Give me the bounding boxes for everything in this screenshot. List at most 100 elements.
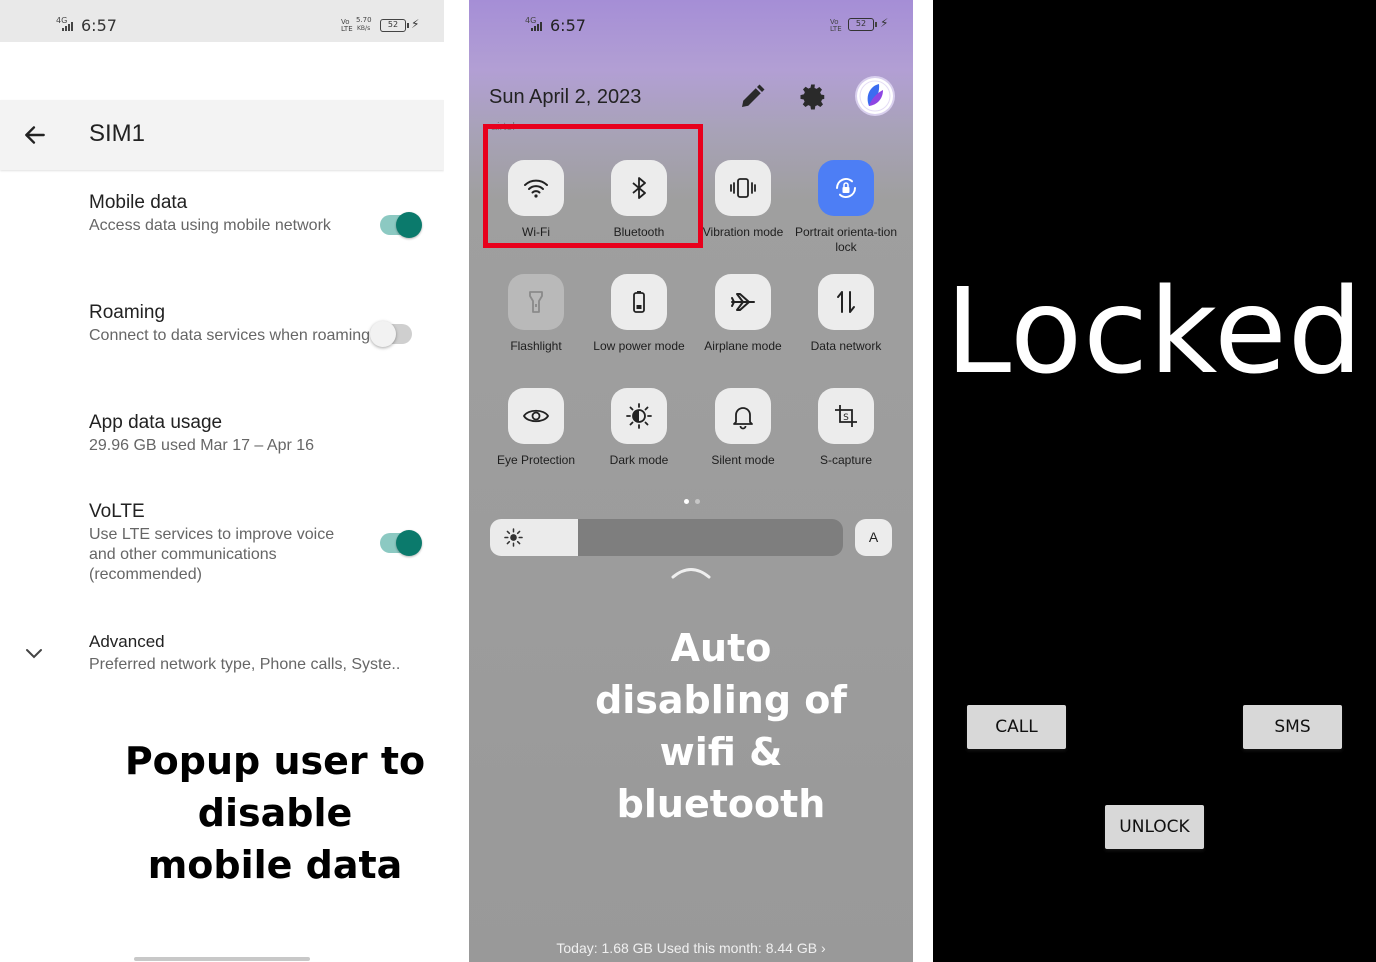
- portrait-lock-button[interactable]: [818, 160, 874, 216]
- tile-flashlight[interactable]: Flashlight: [484, 274, 588, 354]
- eye-protection-button[interactable]: [508, 388, 564, 444]
- volte-toggle[interactable]: [380, 521, 422, 565]
- date-label: Sun April 2, 2023: [489, 86, 642, 108]
- setting-title: Roaming: [89, 302, 166, 323]
- dark-mode-button[interactable]: [611, 388, 667, 444]
- caption-auto-disable: Auto disabling of wifi & bluetooth: [595, 626, 847, 826]
- speed-unit: KB/s: [357, 25, 371, 32]
- tile-low-power[interactable]: Low power mode: [587, 274, 691, 354]
- tile-label: Data network: [810, 339, 882, 353]
- dark-mode-icon: [626, 403, 652, 429]
- status-time: 6:57: [550, 16, 586, 35]
- setting-title: App data usage: [89, 412, 223, 433]
- tile-eye-protection[interactable]: Eye Protection: [484, 388, 588, 468]
- status-time: 6:57: [81, 16, 117, 35]
- data-arrows-icon: [837, 291, 855, 313]
- svg-text:S: S: [843, 413, 849, 423]
- setting-app-data-usage[interactable]: App data usage 29.96 GB used Mar 17 – Ap…: [89, 411, 409, 456]
- signal-icon: [62, 22, 73, 31]
- setting-advanced[interactable]: Advanced Preferred network type, Phone c…: [89, 630, 429, 675]
- avatar[interactable]: [857, 78, 893, 114]
- call-button[interactable]: CALL: [967, 705, 1066, 749]
- charging-icon: ⚡: [880, 16, 889, 30]
- app-bar: SIM1: [0, 100, 444, 170]
- tile-label: Vibration mode: [702, 225, 784, 239]
- setting-subtitle: 29.96 GB used Mar 17 – Apr 16: [89, 437, 315, 454]
- setting-title: VoLTE: [89, 501, 145, 522]
- quick-settings-screen: 4G 6:57 Vo LTE 52 ⚡ Sun April 2, 2023 ai…: [469, 0, 913, 962]
- tile-silent-mode[interactable]: Silent mode: [691, 388, 795, 468]
- tile-label: Dark mode: [609, 453, 669, 467]
- tile-vibration[interactable]: Vibration mode: [691, 160, 795, 240]
- chevron-up-icon[interactable]: [671, 564, 711, 580]
- tile-label: Low power mode: [593, 339, 685, 353]
- setting-mobile-data[interactable]: Mobile data Access data using mobile net…: [89, 191, 379, 236]
- page-dot-active: [684, 499, 689, 504]
- flashlight-icon: [529, 291, 543, 313]
- roaming-toggle[interactable]: [370, 312, 414, 356]
- airplane-button[interactable]: [715, 274, 771, 330]
- bell-icon: [733, 407, 753, 430]
- s-capture-button[interactable]: S: [818, 388, 874, 444]
- sms-button[interactable]: SMS: [1243, 705, 1342, 749]
- volte-tag: Vo LTE: [341, 18, 353, 33]
- vibration-button[interactable]: [715, 160, 771, 216]
- setting-title: Advanced: [89, 632, 165, 651]
- auto-brightness-button[interactable]: A: [855, 519, 892, 556]
- brightness-sun-icon: [504, 528, 523, 547]
- locked-title: Locked: [945, 262, 1364, 400]
- battery-icon: [633, 291, 645, 313]
- data-usage-summary[interactable]: Today: 1.68 GB Used this month: 8.44 GB …: [469, 940, 913, 956]
- setting-roaming[interactable]: Roaming Connect to data services when ro…: [89, 301, 379, 346]
- mobile-data-toggle[interactable]: [380, 203, 422, 247]
- setting-subtitle: Use LTE services to improve voice and ot…: [89, 526, 335, 583]
- vibration-icon: [730, 178, 756, 198]
- brightness-slider[interactable]: [490, 519, 843, 556]
- eye-icon: [522, 409, 550, 423]
- status-bar: 4G 6:57 Vo LTE 5.70 KB/s 52 ⚡: [0, 0, 444, 42]
- page-dot: [695, 499, 700, 504]
- tile-label: S-capture: [819, 453, 873, 467]
- tile-airplane[interactable]: Airplane mode: [691, 274, 795, 354]
- gear-icon[interactable]: [798, 82, 828, 112]
- volte-tag: Vo LTE: [830, 18, 842, 33]
- tile-label: Silent mode: [711, 453, 775, 467]
- edit-pencil-icon[interactable]: [737, 82, 767, 112]
- silent-mode-button[interactable]: [715, 388, 771, 444]
- speed-value: 5.70: [356, 16, 372, 24]
- setting-volte[interactable]: VoLTE Use LTE services to improve voice …: [89, 500, 349, 585]
- caption-disable-mobile-data: Popup user to disable mobile data: [124, 739, 426, 887]
- rotation-lock-icon: [836, 178, 856, 198]
- tile-dark-mode[interactable]: Dark mode: [587, 388, 691, 468]
- screenshot-icon: S: [835, 405, 857, 427]
- setting-subtitle: Connect to data services when roaming: [89, 327, 371, 344]
- tile-label: Portrait orienta-tion lock: [794, 225, 898, 254]
- tile-data-network[interactable]: Data network: [794, 274, 898, 354]
- page-indicator: [681, 491, 703, 509]
- flashlight-button[interactable]: [508, 274, 564, 330]
- battery-icon: 52: [848, 18, 877, 31]
- tile-s-capture[interactable]: S S-capture: [794, 388, 898, 468]
- sim-settings-screen: 4G 6:57 Vo LTE 5.70 KB/s 52 ⚡ SIM1 Mobil…: [0, 0, 444, 962]
- battery-icon: 52: [380, 19, 409, 32]
- arrow-left-icon[interactable]: [22, 122, 48, 148]
- tile-portrait-lock[interactable]: Portrait orienta-tion lock: [794, 160, 898, 255]
- signal-icon: [531, 22, 542, 31]
- page-title: SIM1: [89, 120, 146, 147]
- tile-label: Airplane mode: [704, 339, 782, 353]
- low-power-button[interactable]: [611, 274, 667, 330]
- home-indicator[interactable]: [134, 957, 310, 961]
- avatar-logo-icon: [859, 80, 891, 112]
- tile-label: Flashlight: [510, 339, 562, 353]
- chevron-down-icon[interactable]: [24, 643, 44, 663]
- charging-icon: ⚡: [411, 17, 420, 31]
- unlock-button[interactable]: UNLOCK: [1105, 805, 1204, 849]
- setting-subtitle: Preferred network type, Phone calls, Sys…: [89, 656, 401, 673]
- setting-subtitle: Access data using mobile network: [89, 217, 331, 234]
- lock-screen: Locked CALL SMS UNLOCK: [933, 0, 1376, 962]
- airplane-icon: [731, 293, 755, 311]
- tile-label: Eye Protection: [496, 453, 576, 467]
- setting-title: Mobile data: [89, 192, 188, 213]
- wifi-bluetooth-highlight-box: [483, 124, 703, 248]
- data-network-button[interactable]: [818, 274, 874, 330]
